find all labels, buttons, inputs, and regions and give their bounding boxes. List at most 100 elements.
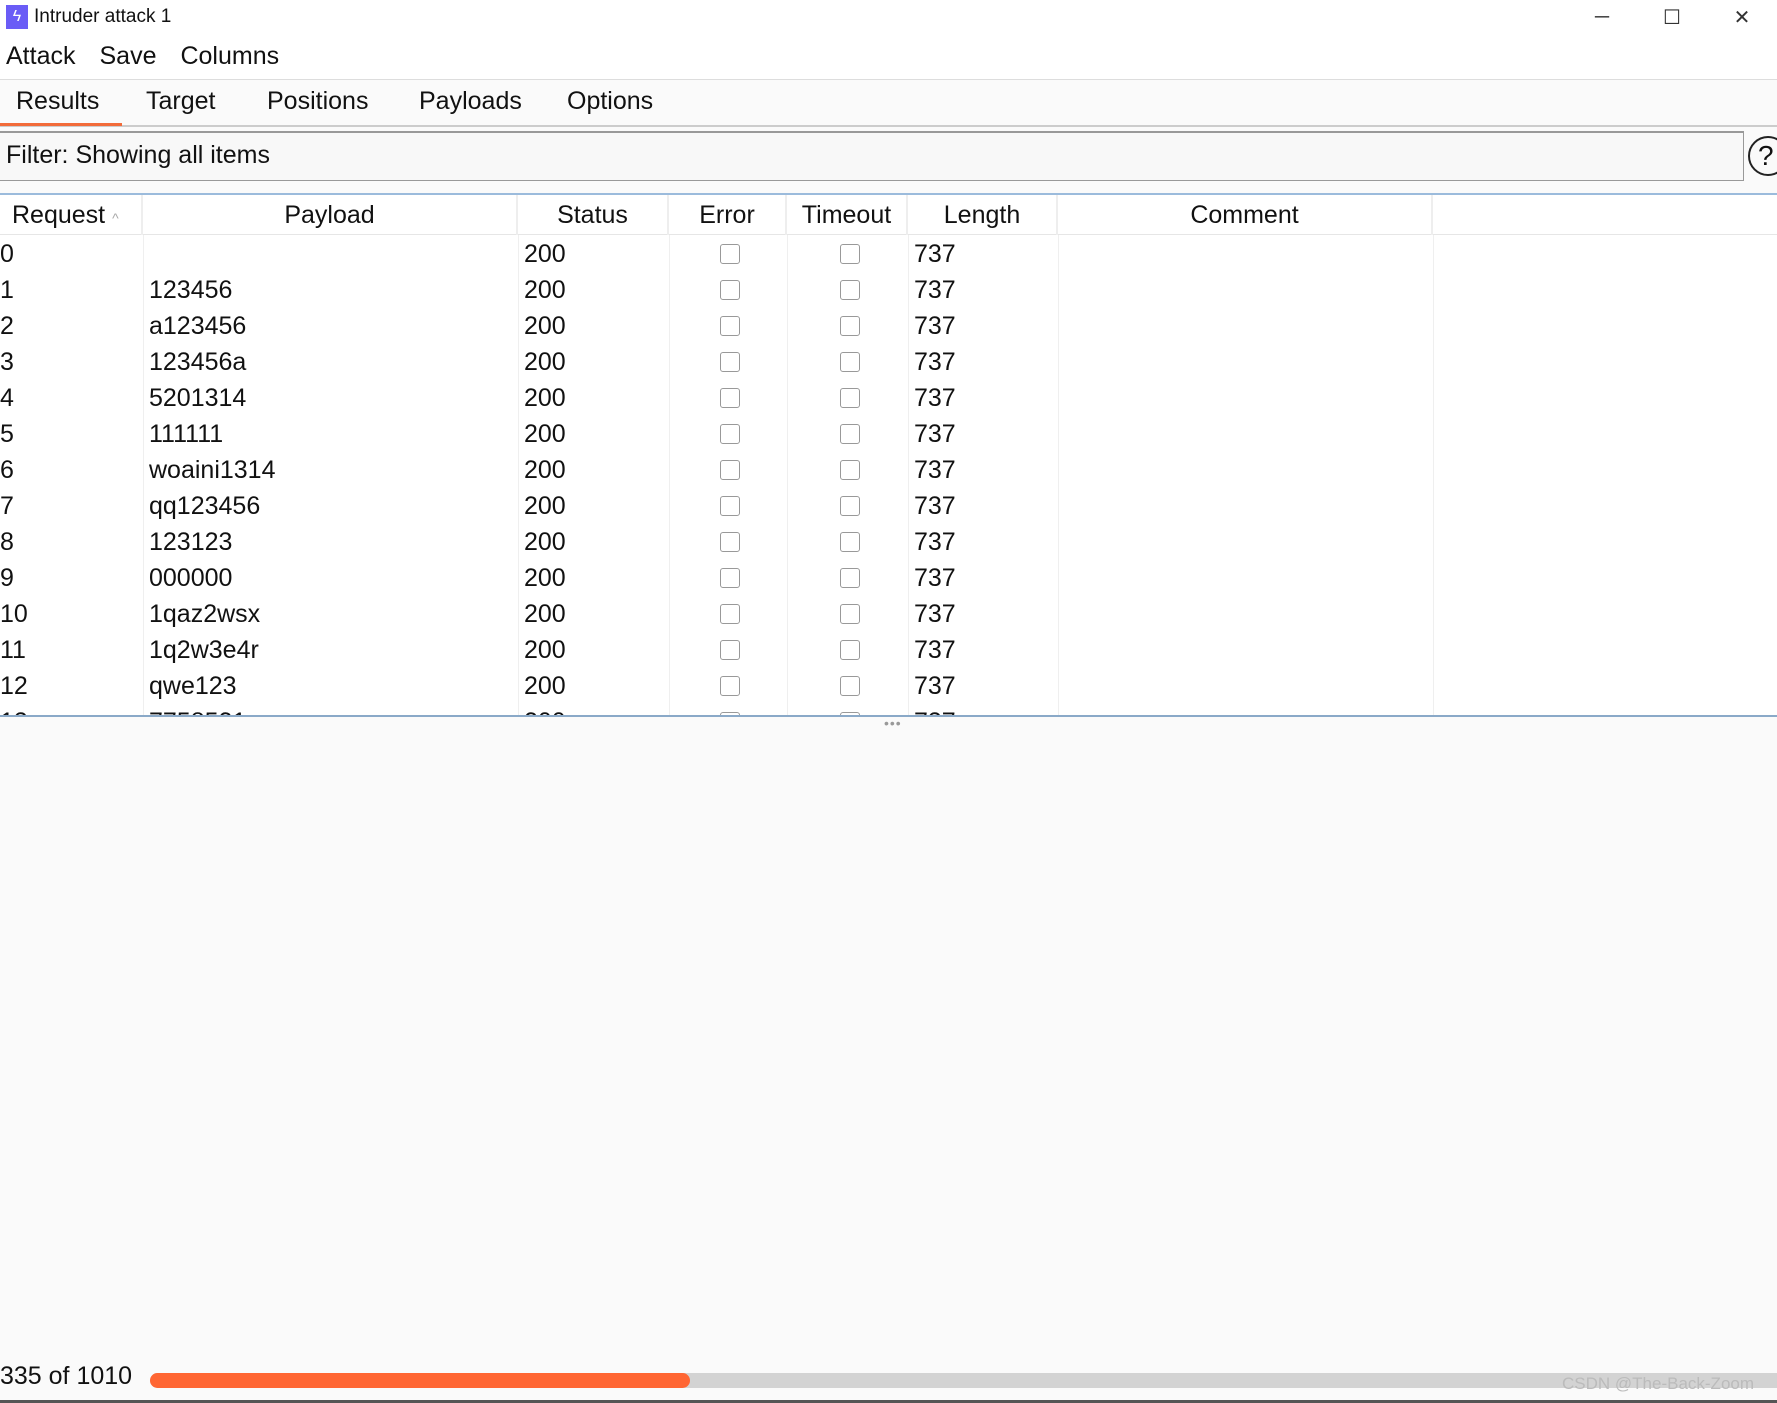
table-row[interactable]: 12 qwe123 200 737: [0, 668, 1777, 704]
timeout-checkbox[interactable]: [840, 244, 860, 264]
table-header: Request ^ Payload Status Error Timeout L…: [0, 195, 1777, 235]
length-cell: 737: [914, 420, 956, 448]
length-cell: 737: [914, 456, 956, 484]
filter-bar[interactable]: Filter: Showing all items: [0, 131, 1744, 181]
request-cell: 0: [0, 240, 14, 268]
error-checkbox[interactable]: [720, 532, 740, 552]
splitter-handle[interactable]: •••: [884, 715, 902, 731]
table-row[interactable]: 4 5201314 200 737: [0, 380, 1777, 416]
table-row[interactable]: 2 a123456 200 737: [0, 308, 1777, 344]
error-checkbox[interactable]: [720, 712, 740, 715]
timeout-checkbox[interactable]: [840, 568, 860, 588]
table-row[interactable]: 0 200 737: [0, 236, 1777, 272]
request-cell: 11: [0, 636, 26, 664]
error-checkbox[interactable]: [720, 460, 740, 480]
table-row[interactable]: 1 123456 200 737: [0, 272, 1777, 308]
table-row[interactable]: 11 1q2w3e4r 200 737: [0, 632, 1777, 668]
timeout-checkbox[interactable]: [840, 640, 860, 660]
payload-cell: 5201314: [149, 384, 247, 412]
request-cell: 6: [0, 456, 14, 484]
length-cell: 737: [914, 492, 956, 520]
error-checkbox[interactable]: [720, 280, 740, 300]
status-cell: 200: [524, 240, 566, 268]
error-checkbox[interactable]: [720, 568, 740, 588]
title-bar: ϟ Intruder attack 1 ─ ☐ ✕: [0, 0, 1777, 34]
progress-text: 335 of 1010: [0, 1362, 133, 1390]
request-cell: 2: [0, 312, 14, 340]
menu-columns[interactable]: Columns: [180, 42, 279, 71]
tab-bar: Results Target Positions Payloads Option…: [0, 81, 1777, 127]
error-checkbox[interactable]: [720, 352, 740, 372]
payload-cell: 111111: [149, 420, 224, 448]
payload-cell: 1q2w3e4r: [149, 636, 259, 664]
minimize-icon[interactable]: ─: [1567, 0, 1637, 34]
error-checkbox[interactable]: [720, 496, 740, 516]
payload-cell: 123456: [149, 276, 233, 304]
help-icon[interactable]: ?: [1748, 136, 1777, 176]
error-checkbox[interactable]: [720, 244, 740, 264]
request-cell: 8: [0, 528, 14, 556]
column-header-timeout[interactable]: Timeout: [787, 195, 908, 235]
column-header-status[interactable]: Status: [518, 195, 669, 235]
tab-target[interactable]: Target: [146, 87, 215, 116]
status-cell: 200: [524, 312, 566, 340]
menu-save[interactable]: Save: [99, 42, 156, 71]
results-table: Request ^ Payload Status Error Timeout L…: [0, 193, 1777, 717]
error-checkbox[interactable]: [720, 604, 740, 624]
table-row[interactable]: 6 woaini1314 200 737: [0, 452, 1777, 488]
error-checkbox[interactable]: [720, 640, 740, 660]
table-row[interactable]: 9 000000 200 737: [0, 560, 1777, 596]
timeout-checkbox[interactable]: [840, 460, 860, 480]
timeout-checkbox[interactable]: [840, 676, 860, 696]
timeout-checkbox[interactable]: [840, 532, 860, 552]
payload-cell: a123456: [149, 312, 247, 340]
request-cell: 10: [0, 600, 28, 628]
tab-positions[interactable]: Positions: [267, 87, 368, 116]
length-cell: 737: [914, 276, 956, 304]
request-cell: 12: [0, 672, 28, 700]
watermark: CSDN @The-Back-Zoom: [1562, 1374, 1755, 1393]
column-header-comment[interactable]: Comment: [1058, 195, 1433, 235]
status-cell: 200: [524, 600, 566, 628]
error-checkbox[interactable]: [720, 424, 740, 444]
timeout-checkbox[interactable]: [840, 352, 860, 372]
error-checkbox[interactable]: [720, 676, 740, 696]
payload-cell: 000000: [149, 564, 233, 592]
table-row[interactable]: 10 1qaz2wsx 200 737: [0, 596, 1777, 632]
window-title: Intruder attack 1: [34, 6, 172, 27]
error-checkbox[interactable]: [720, 316, 740, 336]
maximize-icon[interactable]: ☐: [1637, 0, 1707, 34]
request-cell: 3: [0, 348, 14, 376]
payload-cell: 123456a: [149, 348, 247, 376]
column-header-length[interactable]: Length: [908, 195, 1058, 235]
error-checkbox[interactable]: [720, 388, 740, 408]
timeout-checkbox[interactable]: [840, 316, 860, 336]
timeout-checkbox[interactable]: [840, 496, 860, 516]
timeout-checkbox[interactable]: [840, 712, 860, 715]
column-header-request[interactable]: Request ^: [0, 195, 143, 235]
menu-attack[interactable]: Attack: [6, 42, 75, 71]
column-header-error[interactable]: Error: [669, 195, 787, 235]
status-cell: 200: [524, 636, 566, 664]
table-row[interactable]: 3 123456a 200 737: [0, 344, 1777, 380]
request-cell: 7: [0, 492, 14, 520]
length-cell: 737: [914, 384, 956, 412]
progress-fill: [150, 1373, 690, 1388]
payload-cell: 7758521: [149, 704, 246, 715]
tab-payloads[interactable]: Payloads: [419, 87, 522, 116]
status-cell: 200: [524, 420, 566, 448]
table-row[interactable]: 5 111111 200 737: [0, 416, 1777, 452]
menu-bar: Attack Save Columns: [0, 34, 1777, 80]
timeout-checkbox[interactable]: [840, 424, 860, 444]
length-cell: 737: [914, 312, 956, 340]
column-header-payload[interactable]: Payload: [143, 195, 518, 235]
timeout-checkbox[interactable]: [840, 604, 860, 624]
timeout-checkbox[interactable]: [840, 280, 860, 300]
tab-results[interactable]: Results: [0, 87, 123, 126]
timeout-checkbox[interactable]: [840, 388, 860, 408]
close-icon[interactable]: ✕: [1707, 0, 1777, 34]
table-row[interactable]: 7 qq123456 200 737: [0, 488, 1777, 524]
request-cell: 5: [0, 420, 14, 448]
table-row[interactable]: 8 123123 200 737: [0, 524, 1777, 560]
tab-options[interactable]: Options: [567, 87, 653, 116]
